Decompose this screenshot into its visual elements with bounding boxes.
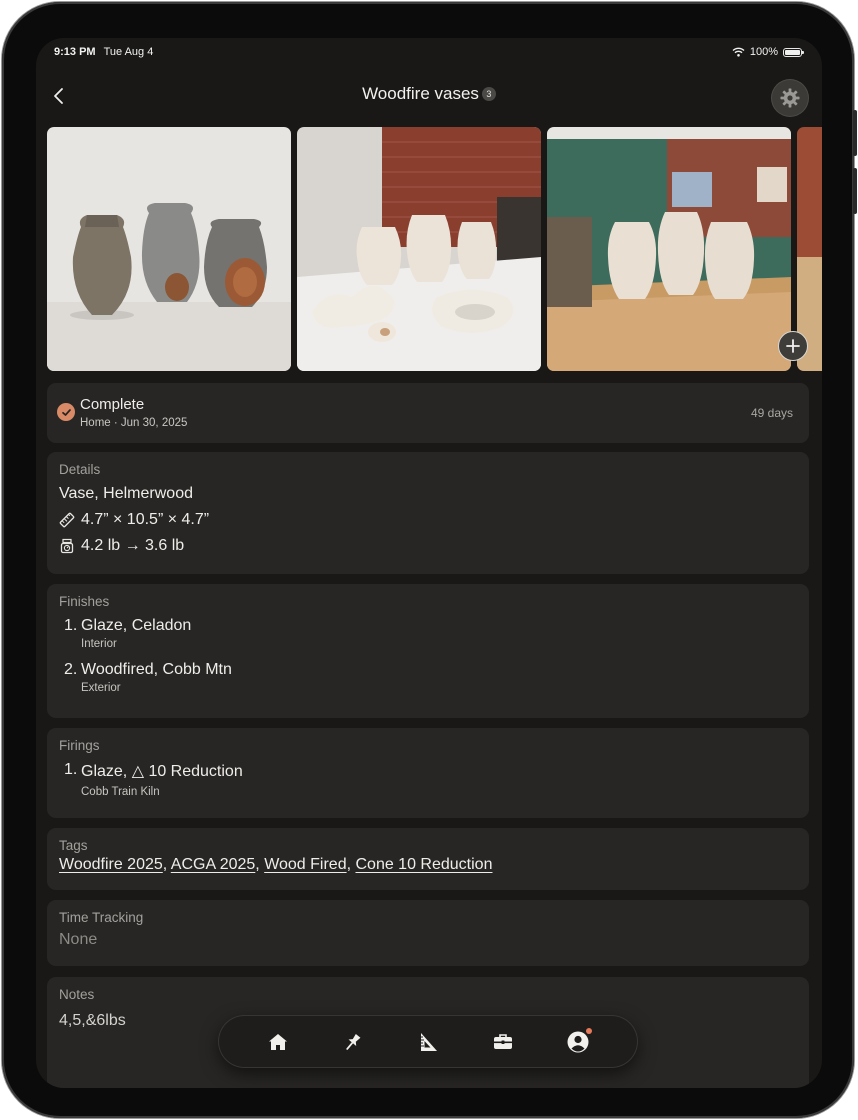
tag-link[interactable]: Cone 10 Reduction	[355, 856, 492, 873]
finish-location: Interior	[81, 638, 117, 650]
details-card[interactable]: Details Vase, Helmerwood 4.7” × 10.5” × …	[47, 452, 809, 574]
status-bar: 9:13 PM Tue Aug 4 100%	[54, 44, 804, 60]
weight-value: 4.2 lb → 3.6 lb	[81, 537, 185, 554]
status-label: Complete	[80, 396, 145, 413]
firing-kiln: Cobb Train Kiln	[81, 786, 160, 798]
status-card[interactable]: Complete Home · Jun 30, 2025 49 days	[47, 383, 809, 443]
firings-card[interactable]: Firings 1. Glaze, △ 10 Reduction Cobb Tr…	[47, 728, 809, 818]
firing-name: Glaze, △ 10 Reduction	[81, 763, 243, 780]
weight-row: 4.2 lb → 3.6 lb	[59, 537, 797, 555]
page-title-text: Woodfire vases	[362, 84, 479, 103]
time-tracking-card[interactable]: Time Tracking None	[47, 900, 809, 966]
finish-name: Glaze, Celadon	[81, 617, 192, 634]
tab-profile[interactable]	[560, 1024, 596, 1060]
tab-pinned[interactable]	[335, 1024, 371, 1060]
photo-thumbnail[interactable]	[547, 127, 791, 371]
dimensions-value: 4.7” × 10.5” × 4.7”	[81, 511, 210, 528]
nav-header: Woodfire vases 3	[36, 80, 822, 116]
scale-icon	[60, 538, 74, 554]
vases-photo-1	[47, 127, 291, 371]
notes-label: Notes	[59, 987, 95, 1002]
status-subtitle: Home · Jun 30, 2025	[80, 417, 188, 429]
add-photo-button[interactable]	[778, 331, 808, 361]
firings-label: Firings	[59, 738, 100, 753]
tab-tools[interactable]	[485, 1024, 521, 1060]
photo-thumbnail[interactable]	[297, 127, 541, 371]
tablet-frame: 9:13 PM Tue Aug 4 100% Woodfire vases3	[2, 2, 857, 1118]
finishes-label: Finishes	[59, 594, 110, 609]
time-tracking-label: Time Tracking	[59, 910, 144, 925]
vases-photo-2	[297, 127, 541, 371]
wifi-icon	[732, 47, 745, 57]
status-date: Tue Aug 4	[103, 46, 154, 58]
battery-percent: 100%	[749, 46, 778, 58]
photo-count-badge: 3	[481, 87, 496, 101]
photo-strip[interactable]	[47, 127, 822, 371]
app-screen: 9:13 PM Tue Aug 4 100% Woodfire vases3	[36, 38, 822, 1088]
tab-measurements[interactable]	[410, 1024, 446, 1060]
tag-separator: ,	[255, 856, 265, 873]
triangle-ruler-icon	[420, 1032, 437, 1051]
status-right: 100%	[732, 46, 804, 58]
plus-icon	[786, 339, 800, 353]
battery-icon	[783, 47, 804, 57]
notification-dot	[585, 1027, 592, 1034]
photo-thumbnail[interactable]	[47, 127, 291, 371]
finish-item[interactable]: 1. Glaze, Celadon Interior	[59, 617, 797, 650]
pin-icon	[346, 1033, 361, 1050]
time-tracking-value: None	[59, 931, 98, 948]
vases-photo-3	[547, 127, 791, 371]
settings-button[interactable]	[772, 80, 808, 116]
volume-up-button	[853, 110, 857, 156]
tag-link[interactable]: Wood Fired	[264, 856, 346, 873]
tab-home[interactable]	[260, 1024, 296, 1060]
days-count: 49 days	[750, 406, 793, 420]
firing-number: 1.	[64, 761, 78, 778]
dimensions-row: 4.7” × 10.5” × 4.7”	[59, 511, 797, 529]
home-icon	[269, 1033, 288, 1050]
tag-link[interactable]: Woodfire 2025	[59, 856, 163, 873]
volume-down-button	[853, 168, 857, 214]
details-name: Vase, Helmerwood	[59, 485, 193, 502]
tag-list: Woodfire 2025, ACGA 2025, Wood Fired, Co…	[59, 856, 797, 874]
page-title: Woodfire vases 3	[36, 84, 822, 104]
details-label: Details	[59, 462, 101, 477]
tag-separator: ,	[162, 856, 171, 873]
status-time: 9:13 PM	[54, 46, 96, 58]
tag-link[interactable]: ACGA 2025	[171, 856, 256, 873]
firing-item[interactable]: 1. Glaze, △ 10 Reduction Cobb Train Kiln	[59, 761, 797, 798]
finishes-card[interactable]: Finishes 1. Glaze, Celadon Interior 2. W…	[47, 584, 809, 718]
finish-item[interactable]: 2. Woodfired, Cobb Mtn Exterior	[59, 661, 797, 694]
gear-icon	[780, 88, 800, 108]
tags-label: Tags	[59, 838, 88, 853]
tags-card[interactable]: Tags Woodfire 2025, ACGA 2025, Wood Fire…	[47, 828, 809, 890]
complete-check-icon	[57, 403, 75, 421]
finish-number: 2.	[64, 661, 78, 678]
finish-number: 1.	[64, 617, 78, 634]
finish-name: Woodfired, Cobb Mtn	[81, 661, 232, 678]
toolbox-icon	[493, 1033, 512, 1049]
ruler-icon	[59, 512, 75, 528]
bottom-tab-bar	[219, 1016, 637, 1067]
finish-location: Exterior	[81, 682, 121, 694]
